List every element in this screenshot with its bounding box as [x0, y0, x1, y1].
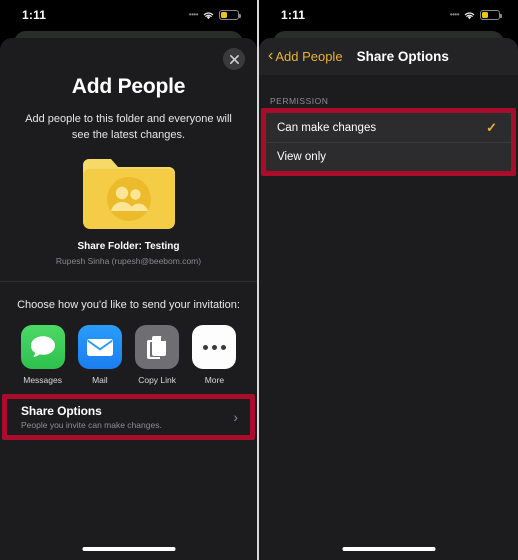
wifi-icon: [203, 12, 214, 20]
chevron-right-icon: ›: [233, 409, 238, 425]
share-options-body: PERMISSION Can make changes ✓ View only: [259, 75, 518, 560]
messages-icon: [20, 325, 65, 369]
folder-name: Share Folder: Testing: [77, 241, 180, 252]
permission-option-view-only[interactable]: View only: [266, 142, 511, 171]
home-indicator[interactable]: [342, 547, 435, 551]
battery-low-power-icon: [480, 10, 502, 20]
permission-list: Can make changes ✓ View only: [266, 113, 511, 171]
share-options-row[interactable]: Share Options People you invite can make…: [7, 399, 250, 435]
share-options-title: Share Options: [21, 404, 102, 418]
mail-icon: [77, 325, 122, 369]
status-indicators: ••••: [188, 9, 241, 20]
share-target-mail[interactable]: Mail: [74, 325, 126, 385]
page-title: Add People: [71, 75, 186, 98]
share-target-label: Messages: [23, 375, 62, 385]
status-time: 1:11: [22, 8, 47, 22]
status-indicators: ••••: [449, 9, 502, 20]
back-button[interactable]: ‹ Add People: [268, 46, 343, 65]
left-phone-screen: 1:11 •••• Add People Add people to this …: [0, 0, 259, 560]
status-bar-right: 1:11 ••••: [259, 0, 518, 30]
share-target-more[interactable]: More: [188, 325, 240, 385]
status-bar-left: 1:11 ••••: [0, 0, 257, 30]
add-people-sheet: Add People Add people to this folder and…: [0, 38, 257, 560]
page-subtitle: Add people to this folder and everyone w…: [25, 113, 232, 141]
checkmark-icon: ✓: [486, 119, 497, 135]
shared-folder-icon: [82, 159, 175, 229]
share-target-messages[interactable]: Messages: [17, 325, 69, 385]
permission-section-label: PERMISSION: [270, 96, 329, 106]
share-target-label: More: [204, 375, 225, 385]
share-options-highlight: Share Options People you invite can make…: [2, 394, 255, 440]
close-icon: [229, 54, 239, 64]
section-divider: [0, 281, 257, 282]
back-button-label: Add People: [275, 49, 343, 64]
right-phone-screen: 1:11 •••• ‹ Add People Share Options PER…: [259, 0, 518, 560]
nav-title: Share Options: [356, 49, 449, 64]
dual-screenshot-container: 1:11 •••• Add People Add people to this …: [0, 0, 518, 560]
copy-link-icon: [135, 325, 180, 369]
permission-option-can-make-changes[interactable]: Can make changes ✓: [266, 113, 511, 142]
navigation-bar: ‹ Add People Share Options: [259, 38, 518, 75]
chevron-left-icon: ‹: [268, 46, 274, 64]
permission-highlight: Can make changes ✓ View only: [261, 108, 516, 176]
battery-low-power-icon: [219, 10, 241, 20]
signal-dots-icon: ••••: [188, 9, 199, 19]
permission-label: View only: [277, 151, 327, 163]
permission-label: Can make changes: [277, 121, 377, 134]
share-options-texts: Share Options People you invite can make…: [21, 404, 233, 430]
share-target-label: Mail: [92, 375, 108, 385]
invite-prompt: Choose how you'd like to send your invit…: [17, 299, 240, 311]
folder-owner: Rupesh Sinha (rupesh@beebom.com): [55, 256, 202, 266]
signal-dots-icon: ••••: [449, 9, 460, 19]
wifi-icon: [464, 12, 475, 20]
more-ellipsis-icon: [192, 325, 237, 369]
share-target-label: Copy Link: [138, 375, 177, 385]
share-target-copy-link[interactable]: Copy Link: [131, 325, 183, 385]
home-indicator[interactable]: [82, 547, 175, 551]
share-options-description: People you invite can make changes.: [21, 420, 162, 430]
folder-preview: Share Folder: Testing Rupesh Sinha (rupe…: [0, 155, 257, 266]
status-time: 1:11: [281, 8, 306, 22]
share-app-row: Messages Mail Copy Link More: [0, 325, 257, 385]
close-button[interactable]: [223, 48, 245, 70]
